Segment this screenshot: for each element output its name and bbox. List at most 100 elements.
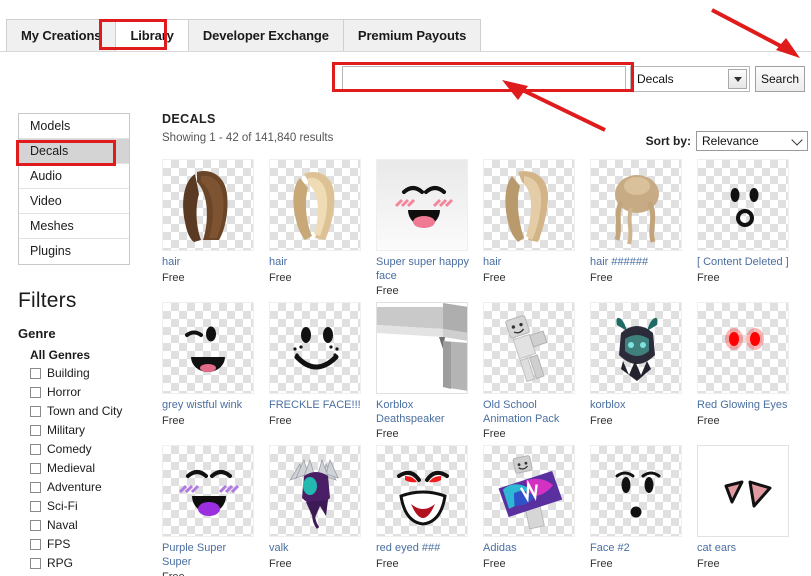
checkbox-icon[interactable] bbox=[30, 443, 41, 455]
result-title[interactable]: hair bbox=[162, 256, 258, 270]
tab-developer-exchange[interactable]: Developer Exchange bbox=[187, 19, 343, 51]
sidebar-item-decals[interactable]: Decals bbox=[19, 139, 129, 164]
result-title[interactable]: Korblox Deathspeaker bbox=[376, 399, 472, 426]
result-card[interactable]: cat ears Free bbox=[697, 445, 804, 576]
search-category-select[interactable]: Decals bbox=[630, 66, 750, 92]
result-card[interactable]: Red Glowing Eyes Free bbox=[697, 302, 804, 441]
genre-filter-row[interactable]: Building bbox=[30, 365, 148, 381]
result-thumbnail[interactable] bbox=[483, 159, 575, 251]
checkbox-icon[interactable] bbox=[30, 500, 41, 512]
result-card[interactable]: FRECKLE FACE!!! Free bbox=[269, 302, 376, 441]
result-price: Free bbox=[590, 271, 613, 284]
result-price: Free bbox=[269, 414, 292, 427]
result-thumbnail[interactable] bbox=[590, 159, 682, 251]
result-title[interactable]: hair bbox=[483, 256, 579, 270]
checkbox-icon[interactable] bbox=[30, 367, 41, 379]
result-thumbnail[interactable] bbox=[483, 445, 575, 537]
result-card[interactable]: korblox Free bbox=[590, 302, 697, 441]
checkbox-icon[interactable] bbox=[30, 424, 41, 436]
result-title[interactable]: Red Glowing Eyes bbox=[697, 399, 793, 413]
genre-filter-row[interactable]: Military bbox=[30, 422, 148, 438]
sidebar-item-label: Models bbox=[30, 119, 71, 133]
genre-filter-row[interactable]: Sci-Fi bbox=[30, 498, 148, 514]
search-input[interactable] bbox=[342, 66, 626, 92]
result-card[interactable]: Super super happy face Free bbox=[376, 159, 483, 298]
result-thumbnail[interactable] bbox=[269, 302, 361, 394]
result-thumbnail[interactable] bbox=[376, 159, 468, 251]
genre-filter-row[interactable]: Naval bbox=[30, 517, 148, 533]
checkbox-icon[interactable] bbox=[30, 481, 41, 493]
sidebar-item-models[interactable]: Models bbox=[19, 114, 129, 139]
checkbox-icon[interactable] bbox=[30, 405, 41, 417]
result-title[interactable]: Face #2 bbox=[590, 542, 686, 556]
result-title[interactable]: grey wistful wink bbox=[162, 399, 258, 413]
result-card[interactable]: hair Free bbox=[269, 159, 376, 298]
checkbox-icon[interactable] bbox=[30, 538, 41, 550]
result-thumbnail[interactable] bbox=[697, 302, 789, 394]
result-title[interactable]: cat ears bbox=[697, 542, 793, 556]
result-card[interactable]: Purple Super SuperFree bbox=[162, 445, 269, 576]
result-title[interactable]: hair ###### bbox=[590, 256, 686, 270]
genre-filter-row[interactable]: Adventure bbox=[30, 479, 148, 495]
genre-filter-row[interactable]: Horror bbox=[30, 384, 148, 400]
result-card[interactable]: Korblox Deathspeaker Free bbox=[376, 302, 483, 441]
result-card[interactable]: hair Free bbox=[162, 159, 269, 298]
result-thumbnail[interactable] bbox=[697, 445, 789, 537]
result-price: Free bbox=[376, 428, 399, 440]
result-title[interactable]: [ Content Deleted ] bbox=[697, 256, 793, 270]
result-thumbnail[interactable] bbox=[162, 445, 254, 537]
genre-filter-row[interactable]: Comedy bbox=[30, 441, 148, 457]
search-button[interactable]: Search bbox=[755, 66, 805, 92]
result-thumbnail[interactable] bbox=[269, 445, 361, 537]
genre-filter-label: Naval bbox=[47, 518, 78, 532]
result-card[interactable]: valk Free bbox=[269, 445, 376, 576]
sidebar-item-meshes[interactable]: Meshes bbox=[19, 214, 129, 239]
left-sidebar: Models Decals Audio Video Meshes Plugins… bbox=[18, 113, 148, 576]
tab-premium-payouts[interactable]: Premium Payouts bbox=[342, 19, 482, 51]
checkbox-icon[interactable] bbox=[30, 386, 41, 398]
result-thumbnail[interactable] bbox=[590, 302, 682, 394]
result-title[interactable]: korblox bbox=[590, 399, 686, 413]
genre-filter-row[interactable]: RPG bbox=[30, 555, 148, 571]
result-title[interactable]: Super super happy face bbox=[376, 256, 472, 283]
all-genres-label[interactable]: All Genres bbox=[30, 348, 148, 362]
checkbox-icon[interactable] bbox=[30, 519, 41, 531]
checkbox-icon[interactable] bbox=[30, 557, 41, 569]
chevron-down-icon[interactable] bbox=[728, 69, 747, 89]
result-thumbnail[interactable] bbox=[376, 302, 468, 394]
result-thumbnail[interactable] bbox=[697, 159, 789, 251]
result-card[interactable]: grey wistful wink Free bbox=[162, 302, 269, 441]
result-title[interactable]: Old School Animation Pack bbox=[483, 399, 579, 426]
result-title[interactable]: red eyed ### bbox=[376, 542, 472, 556]
sort-select[interactable]: Relevance bbox=[696, 131, 808, 151]
checkbox-icon[interactable] bbox=[30, 462, 41, 474]
result-card[interactable]: Face #2 Free bbox=[590, 445, 697, 576]
result-title[interactable]: Adidas bbox=[483, 542, 579, 556]
result-card[interactable]: [ Content Deleted ] Free bbox=[697, 159, 804, 298]
result-card[interactable]: Old School Animation Pack Free bbox=[483, 302, 590, 441]
genre-filter-row[interactable]: FPS bbox=[30, 536, 148, 552]
result-price: Free bbox=[483, 428, 506, 440]
result-card[interactable]: red eyed ### Free bbox=[376, 445, 483, 576]
genre-filter-row[interactable]: Medieval bbox=[30, 460, 148, 476]
result-title[interactable]: FRECKLE FACE!!! bbox=[269, 399, 365, 413]
result-price: Free bbox=[269, 557, 292, 570]
result-card[interactable]: hair ###### Free bbox=[590, 159, 697, 298]
result-thumbnail[interactable] bbox=[590, 445, 682, 537]
tab-my-creations[interactable]: My Creations bbox=[6, 19, 116, 51]
tab-library[interactable]: Library bbox=[115, 19, 188, 51]
result-card[interactable]: hair Free bbox=[483, 159, 590, 298]
result-title[interactable]: valk bbox=[269, 542, 365, 556]
sidebar-item-video[interactable]: Video bbox=[19, 189, 129, 214]
result-thumbnail[interactable] bbox=[483, 302, 575, 394]
genre-filter-row[interactable]: Town and City bbox=[30, 403, 148, 419]
result-title[interactable]: Purple Super Super bbox=[162, 542, 258, 569]
result-thumbnail[interactable] bbox=[376, 445, 468, 537]
result-card[interactable]: Adidas Free bbox=[483, 445, 590, 576]
result-thumbnail[interactable] bbox=[162, 302, 254, 394]
sidebar-item-audio[interactable]: Audio bbox=[19, 164, 129, 189]
sidebar-item-plugins[interactable]: Plugins bbox=[19, 239, 129, 264]
result-thumbnail[interactable] bbox=[269, 159, 361, 251]
result-thumbnail[interactable] bbox=[162, 159, 254, 251]
result-title[interactable]: hair bbox=[269, 256, 365, 270]
